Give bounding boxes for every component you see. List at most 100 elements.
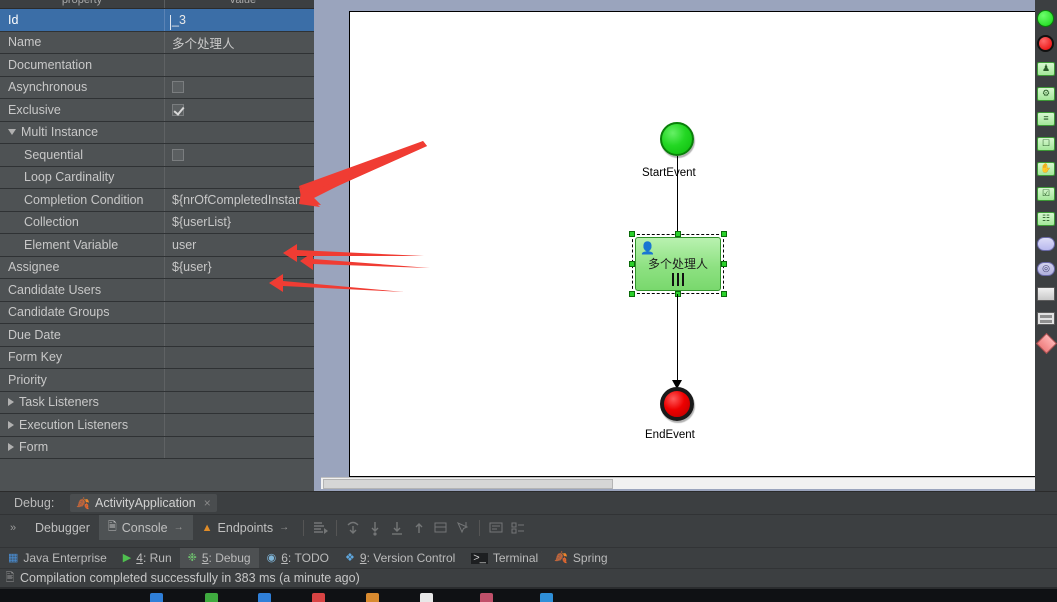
resize-handle-ne[interactable] xyxy=(721,231,727,237)
tab-endpoints[interactable]: ▲ Endpoints → xyxy=(193,515,299,540)
taskbar-icon-6[interactable] xyxy=(420,593,433,602)
property-row[interactable]: Asynchronous xyxy=(0,76,321,99)
canvas-horizontal-scroll-thumb[interactable] xyxy=(323,479,613,489)
property-row[interactable]: Task Listeners xyxy=(0,391,321,414)
property-value-cell[interactable] xyxy=(165,347,321,369)
property-row[interactable]: Exclusive xyxy=(0,99,321,122)
palette-item-manual-task[interactable]: ✋ xyxy=(1037,160,1055,178)
checkbox-unchecked[interactable] xyxy=(172,81,184,94)
property-row[interactable]: Name 多个处理人 xyxy=(0,31,321,54)
property-row[interactable]: Completion Condition ${nrOfCompletedInsta… xyxy=(0,189,321,212)
resize-handle-w[interactable] xyxy=(629,261,635,267)
resize-handle-se[interactable] xyxy=(721,291,727,297)
property-row[interactable]: Id _3 xyxy=(0,9,321,32)
property-value-cell[interactable] xyxy=(165,279,321,301)
property-value-cell[interactable]: user xyxy=(165,234,321,256)
property-row[interactable]: Due Date xyxy=(0,324,321,347)
palette-item-lane[interactable] xyxy=(1037,310,1055,328)
palette-item-user-task[interactable]: ♟ xyxy=(1037,60,1055,78)
property-value-cell[interactable] xyxy=(165,324,321,346)
force-step-into-icon[interactable] xyxy=(386,519,408,537)
taskbar-icon-4[interactable] xyxy=(312,593,325,602)
taskbar-icon-5[interactable] xyxy=(366,593,379,602)
column-header-property[interactable]: property xyxy=(0,0,165,8)
property-value-cell[interactable]: ${userList} xyxy=(165,212,321,234)
taskbar-icon-3[interactable] xyxy=(258,593,271,602)
bpmn-canvas[interactable]: StartEvent 👤 多个处理人 EndEvent xyxy=(349,11,1036,477)
properties-panel-divider[interactable] xyxy=(314,0,321,491)
property-row[interactable]: Priority xyxy=(0,369,321,392)
property-row[interactable]: Multi Instance xyxy=(0,121,321,144)
chevron-right-icon[interactable] xyxy=(8,443,14,452)
layout-icon[interactable] xyxy=(507,519,529,537)
taskbar-icon-7[interactable] xyxy=(480,593,493,602)
step-into-icon[interactable] xyxy=(364,519,386,537)
palette-item-receive-task[interactable]: ☑ xyxy=(1037,185,1055,203)
property-row[interactable]: Collection ${userList} xyxy=(0,211,321,234)
palette-item-call-activity[interactable]: ◎ xyxy=(1037,260,1055,278)
step-over-icon[interactable] xyxy=(342,519,364,537)
resize-handle-e[interactable] xyxy=(721,261,727,267)
property-value-cell[interactable] xyxy=(165,167,321,189)
property-row[interactable]: Candidate Users xyxy=(0,279,321,302)
palette-item-business-rule-task[interactable]: ☷ xyxy=(1037,210,1055,228)
property-row[interactable]: Form xyxy=(0,436,321,459)
property-value-cell[interactable]: 多个处理人 xyxy=(165,32,321,54)
resize-handle-n[interactable] xyxy=(675,231,681,237)
property-value-cell[interactable] xyxy=(165,369,321,391)
taskbar-icon-2[interactable] xyxy=(205,593,218,602)
tool-button-todo[interactable]: ◉ 6: TODO xyxy=(259,548,337,568)
property-value-cell[interactable] xyxy=(165,77,321,99)
run-to-cursor-icon[interactable] xyxy=(452,519,474,537)
step-out-icon[interactable] xyxy=(408,519,430,537)
property-row[interactable]: Loop Cardinality xyxy=(0,166,321,189)
tab-console-pin-icon[interactable]: → xyxy=(174,522,184,533)
tool-button-java-enterprise[interactable]: ▦ Java Enterprise xyxy=(0,548,115,568)
chevron-right-icon[interactable] xyxy=(8,398,14,407)
palette-item-script-task[interactable]: ≡ xyxy=(1037,110,1055,128)
property-value-cell[interactable] xyxy=(165,437,321,459)
resize-handle-sw[interactable] xyxy=(629,291,635,297)
sequence-flow-2[interactable] xyxy=(677,294,678,384)
close-icon[interactable]: × xyxy=(204,496,211,510)
chevron-down-icon[interactable] xyxy=(8,129,16,136)
property-value-cell[interactable] xyxy=(165,122,321,144)
palette-item-end-event[interactable] xyxy=(1037,35,1055,53)
tab-endpoints-pin-icon[interactable]: → xyxy=(279,522,289,533)
property-value-cell[interactable] xyxy=(165,414,321,436)
canvas-horizontal-scrollbar[interactable] xyxy=(321,477,1035,489)
checkbox-checked[interactable] xyxy=(172,103,184,116)
palette-item-start-event[interactable] xyxy=(1037,10,1055,28)
palette-item-service-task[interactable]: ⚙ xyxy=(1037,85,1055,103)
property-row[interactable]: Form Key xyxy=(0,346,321,369)
resize-handle-nw[interactable] xyxy=(629,231,635,237)
property-value-cell[interactable] xyxy=(165,99,321,121)
property-value-cell[interactable] xyxy=(165,302,321,324)
property-value-cell[interactable] xyxy=(165,392,321,414)
palette-item-pool[interactable] xyxy=(1037,285,1055,303)
expand-tabs-chevron-icon[interactable]: » xyxy=(0,522,26,534)
property-value-cell[interactable] xyxy=(165,54,321,76)
chevron-right-icon[interactable] xyxy=(8,420,14,429)
tool-button-spring[interactable]: 🍂 Spring xyxy=(546,548,615,568)
property-value-cell[interactable]: ${user} xyxy=(165,257,321,279)
property-row[interactable]: Documentation xyxy=(0,54,321,77)
sequence-flow-1[interactable] xyxy=(677,156,678,241)
property-value-cell[interactable] xyxy=(165,144,321,166)
property-value-cell[interactable]: ${nrOfCompletedInstanc... xyxy=(165,189,321,211)
palette-item-exclusive-gateway[interactable] xyxy=(1035,332,1057,355)
tool-button-run[interactable]: ▶ 4: Run xyxy=(115,548,180,568)
tab-console[interactable]: 🗎 Console → xyxy=(98,515,193,540)
drop-frame-icon[interactable] xyxy=(430,519,452,537)
taskbar-icon-1[interactable] xyxy=(150,593,163,602)
property-row[interactable]: Sequential xyxy=(0,144,321,167)
checkbox-unchecked[interactable] xyxy=(172,148,184,161)
palette-item-mail-task[interactable]: ☐ xyxy=(1037,135,1055,153)
property-row[interactable]: Assignee ${user} xyxy=(0,256,321,279)
property-row[interactable]: Candidate Groups xyxy=(0,301,321,324)
evaluate-expression-icon[interactable] xyxy=(485,519,507,537)
property-row[interactable]: Element Variable user xyxy=(0,234,321,257)
tool-button-version-control[interactable]: ❖ 9: Version Control xyxy=(337,548,463,568)
resize-handle-s[interactable] xyxy=(675,291,681,297)
end-event-shape[interactable] xyxy=(660,387,694,421)
